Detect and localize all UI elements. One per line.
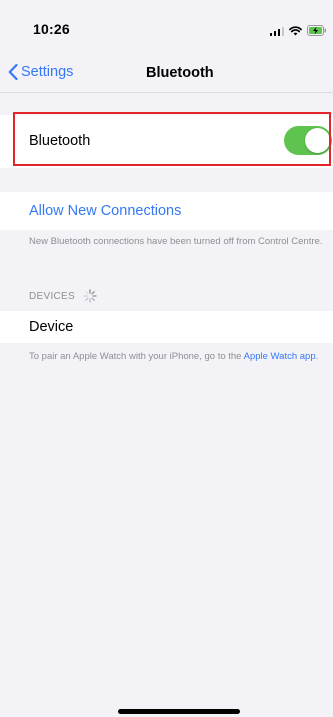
status-icons	[269, 22, 328, 36]
home-indicator[interactable]	[118, 709, 240, 714]
back-label: Settings	[21, 64, 74, 80]
battery-charging-icon	[307, 25, 326, 36]
nav-divider	[0, 92, 333, 93]
bluetooth-toggle[interactable]	[284, 126, 332, 155]
back-button[interactable]: Settings	[8, 60, 73, 84]
signal-icon	[269, 26, 284, 36]
apple-watch-note-suffix: .	[315, 351, 319, 362]
apple-watch-note: To pair an Apple Watch with your iPhone,…	[29, 351, 324, 363]
apple-watch-note-text: To pair an Apple Watch with your iPhone,…	[29, 351, 242, 362]
device-row[interactable]: Device	[0, 311, 333, 343]
wifi-icon	[289, 26, 302, 36]
bluetooth-row: Bluetooth	[0, 115, 333, 168]
devices-header: DEVICES	[29, 289, 97, 303]
apple-watch-app-link[interactable]: Apple Watch app	[244, 351, 316, 362]
connections-note: New Bluetooth connections have been turn…	[29, 236, 323, 247]
nav-bar: Settings Bluetooth	[0, 52, 333, 92]
status-time: 10:26	[33, 21, 70, 37]
toggle-knob	[305, 128, 330, 153]
device-label: Device	[29, 319, 74, 335]
chevron-left-icon	[8, 64, 18, 80]
loading-spinner-icon	[83, 289, 97, 303]
allow-new-connections-link[interactable]: Allow New Connections	[29, 203, 181, 219]
bluetooth-label: Bluetooth	[29, 133, 91, 149]
status-bar: 10:26	[0, 0, 333, 48]
devices-header-label: DEVICES	[29, 290, 76, 302]
page-title: Bluetooth	[146, 65, 214, 81]
allow-connections-row[interactable]: Allow New Connections	[0, 192, 333, 230]
